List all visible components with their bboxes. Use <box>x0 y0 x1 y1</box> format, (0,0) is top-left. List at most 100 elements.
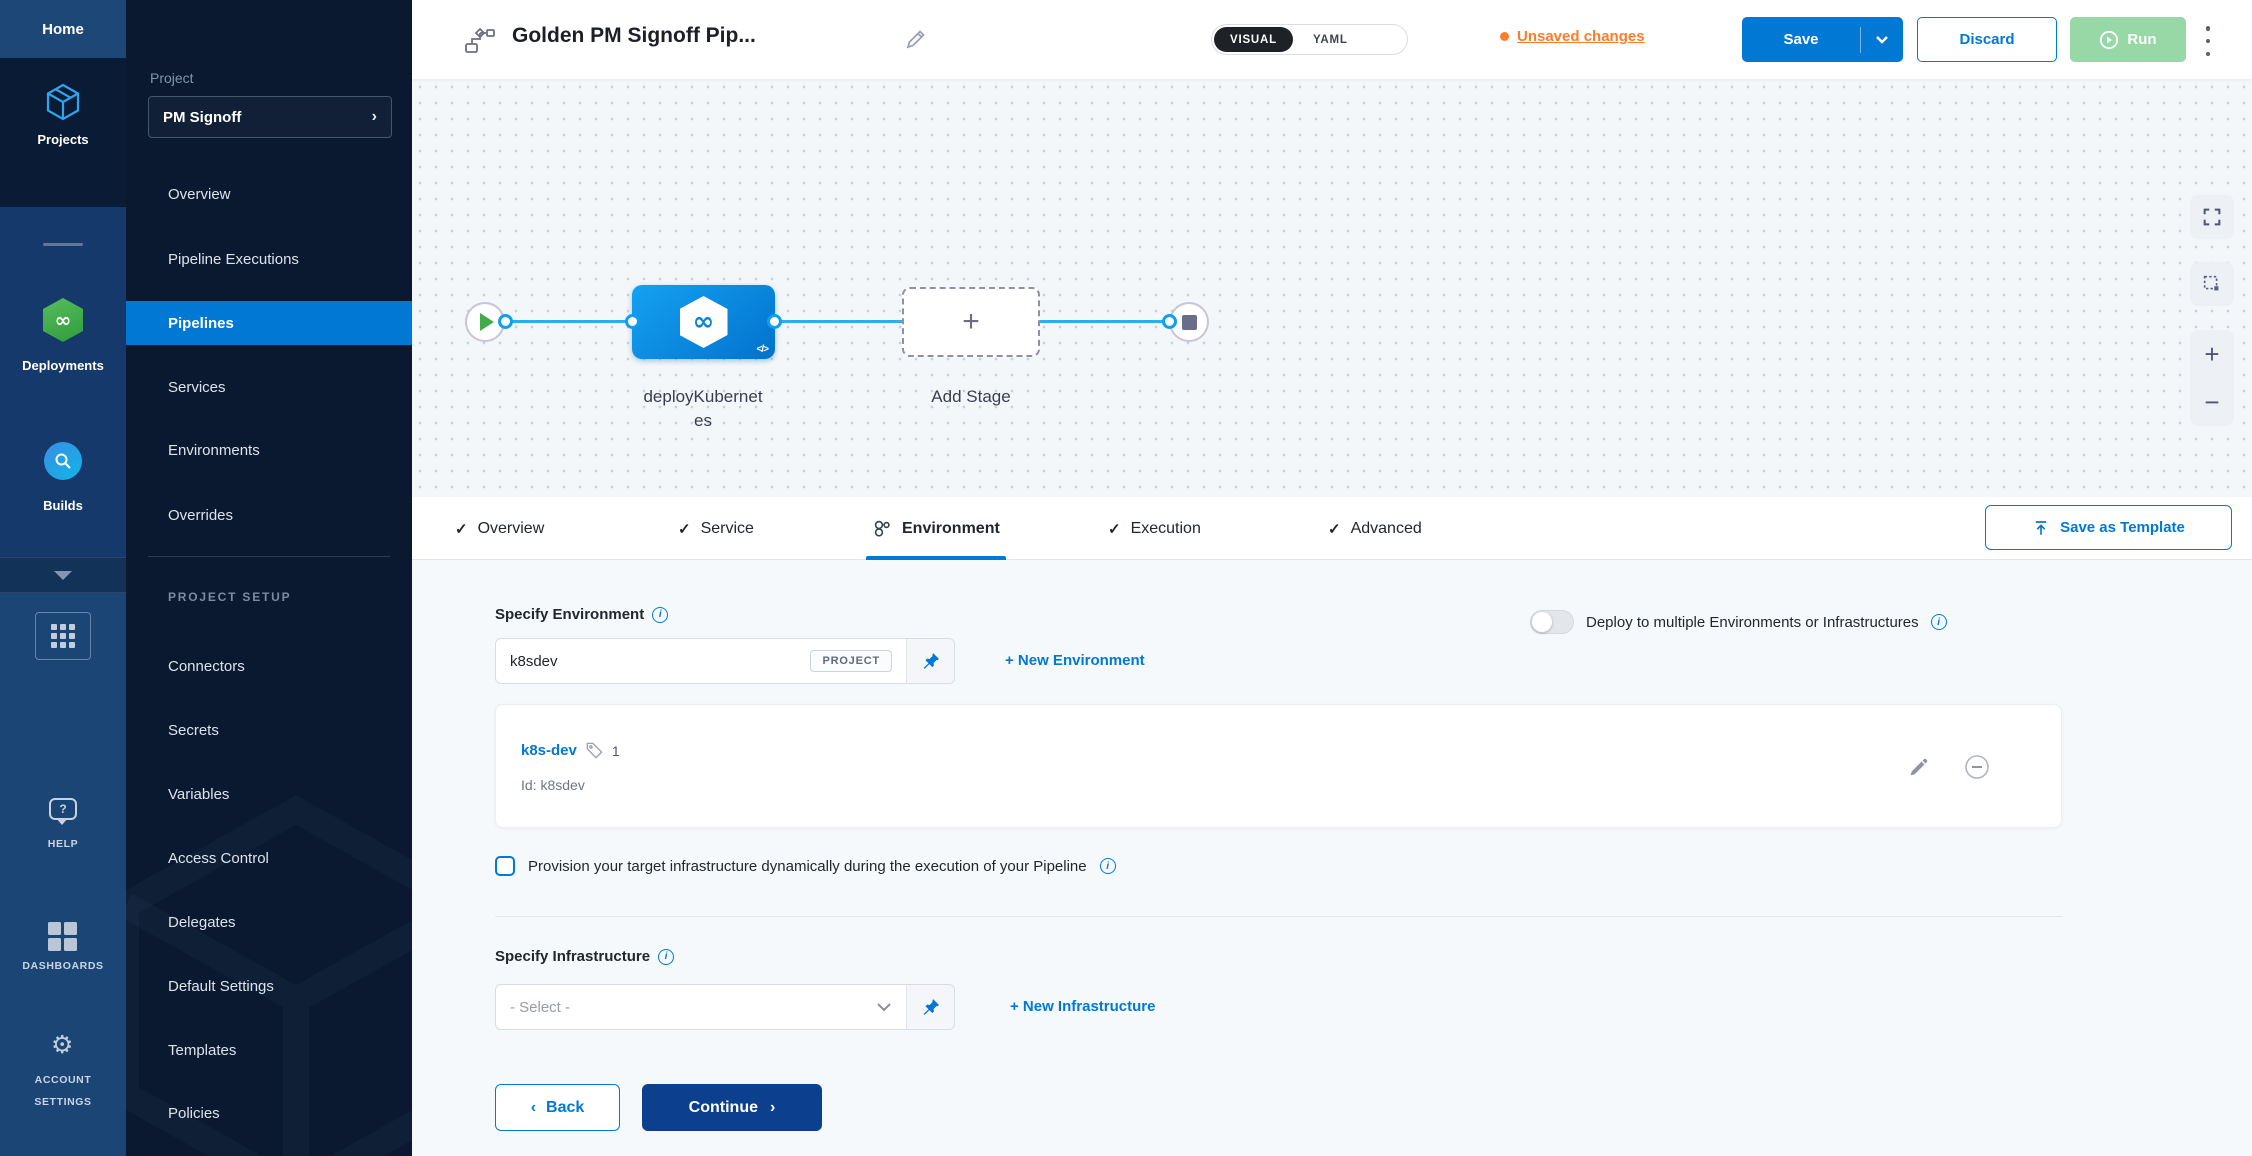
sidebar-item-label: Environments <box>168 442 260 459</box>
tab-execution[interactable]: ✓ Execution <box>1108 497 1201 560</box>
nav-dashboards-label[interactable]: DASHBOARDS <box>0 960 126 972</box>
nav-help-label[interactable]: HELP <box>0 838 126 850</box>
pin-icon <box>921 997 941 1017</box>
save-options-button[interactable] <box>1861 17 1903 62</box>
add-stage-label[interactable]: Add Stage <box>901 381 1041 413</box>
sidebar-item-overview[interactable]: Overview <box>126 172 412 216</box>
chevron-right-icon: › <box>372 108 377 126</box>
nav-projects[interactable]: Projects <box>0 58 126 207</box>
environment-id: Id: k8sdev <box>521 777 585 793</box>
sidebar-item-label: Default Settings <box>168 978 274 995</box>
nav-deployments-label[interactable]: Deployments <box>0 358 126 373</box>
tab-overview[interactable]: ✓ Overview <box>455 497 544 560</box>
discard-button[interactable]: Discard <box>1917 17 2057 62</box>
mode-visual-button[interactable]: VISUAL <box>1214 27 1293 52</box>
more-options-icon[interactable] <box>2202 26 2214 56</box>
chevron-right-icon: › <box>770 1099 775 1117</box>
tab-service[interactable]: ✓ Service <box>678 497 754 560</box>
sidebar-item-overrides[interactable]: Overrides <box>126 493 412 537</box>
tab-advanced[interactable]: ✓ Advanced <box>1328 497 1422 560</box>
continue-button[interactable]: Continue › <box>642 1084 822 1131</box>
rail-collapse[interactable] <box>0 557 126 593</box>
tab-label: Environment <box>902 520 1000 538</box>
stage-name-line2: es <box>613 405 793 437</box>
edit-title-pencil-icon[interactable] <box>904 27 928 51</box>
info-icon[interactable]: i <box>1100 858 1116 874</box>
sidebar-item-pipelines[interactable]: Pipelines <box>126 301 412 345</box>
unsaved-dot-icon <box>1500 32 1509 41</box>
sidebar-item-connectors[interactable]: Connectors <box>126 644 412 688</box>
dashboards-icon[interactable] <box>48 922 77 951</box>
sidebar-item-services[interactable]: Services <box>126 365 412 409</box>
gear-icon[interactable]: ⚙ <box>51 1032 73 1057</box>
sidebar-item-policies[interactable]: Policies <box>126 1091 412 1135</box>
add-stage-button[interactable]: + <box>902 287 1040 357</box>
info-glyph: i <box>1106 861 1109 872</box>
save-as-template-label: Save as Template <box>2060 519 2185 536</box>
info-icon[interactable]: i <box>658 949 674 965</box>
pipeline-edge <box>505 320 632 323</box>
fit-to-screen-button[interactable] <box>2190 195 2234 239</box>
environment-name-link[interactable]: k8s-dev <box>521 742 577 759</box>
tag-count: 1 <box>612 743 620 759</box>
run-button[interactable]: Run <box>2070 17 2186 62</box>
mode-yaml-button[interactable]: YAML <box>1295 34 1366 46</box>
specify-environment-label: Specify Environment i <box>495 606 668 623</box>
nav-builds-label[interactable]: Builds <box>0 498 126 513</box>
sidebar-item-delegates[interactable]: Delegates <box>126 900 412 944</box>
remove-environment-icon[interactable] <box>1963 753 1991 781</box>
save-button[interactable]: Save <box>1742 17 1860 62</box>
stage-name-label[interactable]: deployKubernet es <box>613 381 793 438</box>
stage-node-deploy[interactable]: ∞ </> <box>632 285 775 359</box>
stage-tabbar: ✓ Overview ✓ Service Environment ✓ Execu… <box>412 497 2252 560</box>
nav-account-label-2[interactable]: SETTINGS <box>0 1096 126 1108</box>
save-split-button: Save <box>1742 17 1903 62</box>
info-icon[interactable]: i <box>652 607 668 623</box>
sidebar-item-pipeline-executions[interactable]: Pipeline Executions <box>126 237 412 281</box>
environment-select-input[interactable]: k8sdev PROJECT <box>496 639 906 683</box>
save-label: Save <box>1783 31 1818 48</box>
pin-environment-button[interactable] <box>906 639 954 683</box>
multi-select-button[interactable] <box>2190 262 2234 306</box>
nav-home[interactable]: Home <box>0 0 126 58</box>
pin-infrastructure-button[interactable] <box>906 985 954 1029</box>
new-environment-link[interactable]: + New Environment <box>1005 652 1145 669</box>
edit-environment-pencil-icon[interactable] <box>1908 757 1929 778</box>
project-name: PM Signoff <box>163 109 241 126</box>
continue-label: Continue <box>689 1099 758 1117</box>
stage-right-port <box>767 314 782 329</box>
sidebar-item-label: Overrides <box>168 507 233 524</box>
back-button[interactable]: ‹ Back <box>495 1084 620 1131</box>
zoom-in-button[interactable]: + <box>2190 330 2234 378</box>
sidebar-item-templates[interactable]: Templates <box>126 1028 412 1072</box>
multi-deploy-toggle[interactable] <box>1530 610 1574 634</box>
mode-yaml-label: YAML <box>1313 34 1348 46</box>
section-divider <box>495 916 2062 917</box>
environment-icon <box>872 519 892 539</box>
sidebar-item-secrets[interactable]: Secrets <box>126 708 412 752</box>
save-as-template-button[interactable]: Save as Template <box>1985 505 2232 550</box>
zoom-out-button[interactable]: − <box>2190 378 2234 426</box>
sidebar-item-default-settings[interactable]: Default Settings <box>126 964 412 1008</box>
sidebar-item-variables[interactable]: Variables <box>126 772 412 816</box>
tab-environment[interactable]: Environment <box>872 497 1000 560</box>
new-infrastructure-link[interactable]: + New Infrastructure <box>1010 998 1155 1015</box>
code-badge-icon: </> <box>757 344 768 355</box>
projects-cube-icon <box>41 80 85 124</box>
sidebar-item-environments[interactable]: Environments <box>126 428 412 472</box>
builds-icon[interactable] <box>44 442 82 480</box>
infrastructure-select[interactable]: - Select - <box>496 985 906 1029</box>
mode-toggle: VISUAL YAML <box>1211 24 1408 55</box>
pipeline-canvas[interactable]: ∞ </> + deployKubernet es Add Stage + − <box>412 79 2252 497</box>
info-icon[interactable]: i <box>1931 614 1947 630</box>
upload-icon <box>2032 519 2050 537</box>
scope-badge: PROJECT <box>810 650 892 672</box>
module-selector-button[interactable] <box>35 612 91 660</box>
provision-checkbox[interactable] <box>495 856 515 876</box>
help-icon[interactable]: ? <box>49 798 77 820</box>
project-selector[interactable]: PM Signoff › <box>148 96 392 138</box>
sidebar-item-access-control[interactable]: Access Control <box>126 836 412 880</box>
unsaved-changes[interactable]: Unsaved changes <box>1500 28 1645 45</box>
nav-account-label-1[interactable]: ACCOUNT <box>0 1074 126 1086</box>
info-glyph: i <box>659 609 662 620</box>
